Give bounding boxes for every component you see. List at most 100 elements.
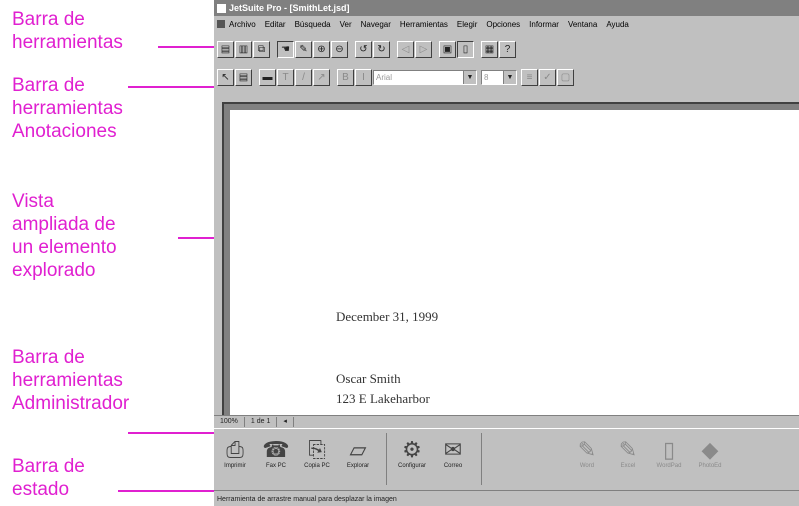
hand-icon[interactable]: ☚ [277, 40, 294, 58]
photoed-icon: ◆ [701, 437, 719, 462]
chevron-down-icon[interactable]: ▼ [503, 70, 516, 84]
menu-editar[interactable]: Editar [265, 20, 286, 29]
annotation-zoomed-view-label: Vista ampliada de un elemento explorado [12, 191, 117, 281]
scan-icon[interactable]: ▤ [217, 40, 234, 58]
scan-button[interactable]: ▱ Explorar [339, 429, 377, 469]
copy-icon[interactable]: ⧉ [253, 40, 270, 58]
photoed-button[interactable]: ◆ PhotoEd [691, 429, 729, 469]
print-icon[interactable]: ▥ [235, 40, 252, 58]
excel-button[interactable]: ✎ Excel [609, 429, 647, 469]
configure-button[interactable]: ⚙ Configurar [393, 429, 431, 469]
mail-button[interactable]: ✉ Correo [434, 429, 472, 469]
align-left-icon[interactable]: ≡ [521, 68, 538, 86]
color-icon[interactable]: ✓ [539, 68, 556, 86]
callout-line-manager-bar [128, 432, 226, 434]
document-system-icon[interactable] [217, 20, 225, 28]
arrow-icon[interactable]: ↗ [313, 68, 330, 86]
print-button[interactable]: ⎙ Imprimir [216, 429, 254, 469]
stamp-icon[interactable]: ▣ [439, 40, 456, 58]
wordpad-icon: ▯ [662, 437, 676, 462]
size-combo-value: 8 [484, 72, 489, 82]
menu-informar[interactable]: Informar [529, 20, 559, 29]
pointer-icon[interactable]: ↖ [217, 68, 234, 86]
mail-button-label: Correo [443, 463, 463, 469]
document-recipient-street: 123 E Lakeharbor [336, 391, 430, 406]
page-view-icon[interactable]: ▯ [457, 40, 474, 58]
zoom-bar: 100% 1 de 1 ◂ [214, 415, 799, 428]
text-icon[interactable]: T [277, 68, 294, 86]
note-icon[interactable]: ▤ [235, 68, 252, 86]
excel-button-label: Excel [620, 463, 636, 469]
bold-icon[interactable]: B [337, 68, 354, 86]
excel-icon: ✎ [618, 437, 638, 462]
document-page: December 31, 1999 Oscar Smith 123 E Lake… [230, 110, 799, 415]
pencil-icon[interactable]: ✎ [295, 40, 312, 58]
callout-line-status-bar [118, 490, 226, 492]
wordpad-button-label: WordPad [656, 463, 682, 469]
wordpad-button[interactable]: ▯ WordPad [650, 429, 688, 469]
title-bar[interactable]: JetSuite Pro - [SmithLet.jsd] [214, 0, 799, 16]
window-title: JetSuite Pro - [SmithLet.jsd] [229, 3, 350, 13]
menu-elegir[interactable]: Elegir [457, 20, 477, 29]
annotation-annotation-toolbar-label: Barra de herramientas Anotaciones [12, 75, 123, 142]
zoom-out-icon[interactable]: ⊖ [331, 40, 348, 58]
document-view[interactable]: December 31, 1999 Oscar Smith 123 E Lake… [222, 102, 799, 415]
menu-ventana[interactable]: Ventana [568, 20, 597, 29]
mail-icon: ✉ [443, 437, 463, 462]
menu-herramientas[interactable]: Herramientas [400, 20, 448, 29]
fax-pc-button-label: Fax PC [265, 463, 286, 469]
photoed-button-label: PhotoEd [698, 463, 722, 469]
fill-icon[interactable]: ▢ [557, 68, 574, 86]
callout-line-annotation-toolbar [128, 86, 226, 88]
page-nav-icon[interactable]: ◂ [277, 417, 294, 427]
fax-icon: ☎ [262, 437, 290, 462]
copy-pc-button-label: Copia PC [304, 463, 330, 469]
word-icon: ✎ [577, 437, 597, 462]
scan-button-label: Explorar [346, 463, 370, 469]
menu-bar: Archivo Editar Búsqueda Ver Navegar Herr… [214, 17, 799, 31]
menu-ver[interactable]: Ver [340, 20, 352, 29]
copy-pc-button[interactable]: ⎘ Copia PC [298, 429, 336, 469]
thumbnail-icon[interactable]: ▦ [481, 40, 498, 58]
font-combo[interactable]: Arial ▼ [373, 69, 477, 85]
copy-pc-icon: ⎘ [308, 437, 326, 462]
zoom-in-icon[interactable]: ⊕ [313, 40, 330, 58]
annotation-status-bar-label: Barra de estado [12, 456, 85, 500]
rotate-right-icon[interactable]: ↻ [373, 40, 390, 58]
configure-icon: ⚙ [402, 437, 422, 462]
previous-page-icon[interactable]: ◁ [397, 40, 414, 58]
fax-pc-button[interactable]: ☎ Fax PC [257, 429, 295, 469]
italic-icon[interactable]: I [355, 68, 372, 86]
document-date: December 31, 1999 [336, 309, 439, 324]
word-button-label: Word [579, 463, 595, 469]
print-button-label: Imprimir [224, 463, 246, 469]
size-combo[interactable]: 8 ▼ [481, 69, 517, 85]
manager-toolbar: ⎙ Imprimir ☎ Fax PC ⎘ Copia PC ▱ Explora… [214, 428, 799, 489]
page-indicator: 1 de 1 [245, 417, 278, 427]
next-page-icon[interactable]: ▷ [415, 40, 432, 58]
status-text: Herramienta de arrastre manual para desp… [217, 495, 397, 503]
annotation-manager-bar-label: Barra de herramientas Administrador [12, 347, 130, 414]
menu-busqueda[interactable]: Búsqueda [295, 20, 331, 29]
chevron-down-icon[interactable]: ▼ [463, 70, 476, 84]
main-toolbar: ▤ ▥ ⧉ ☚ ✎ ⊕ ⊖ ↺ ↻ ◁ ▷ ▣ ▯ ▦ ? [217, 38, 799, 60]
word-button[interactable]: ✎ Word [568, 429, 606, 469]
app-icon [217, 3, 226, 13]
rotate-left-icon[interactable]: ↺ [355, 40, 372, 58]
help-icon[interactable]: ? [499, 40, 516, 58]
printer-icon: ⎙ [226, 437, 244, 462]
zoom-level[interactable]: 100% [214, 417, 245, 427]
menu-archivo[interactable]: Archivo [229, 20, 256, 29]
menu-ayuda[interactable]: Ayuda [606, 20, 629, 29]
document-recipient-name: Oscar Smith [336, 371, 401, 386]
line-icon[interactable]: / [295, 68, 312, 86]
app-window: JetSuite Pro - [SmithLet.jsd] Archivo Ed… [214, 0, 799, 506]
annotation-toolbar-label: Barra de herramientas [12, 9, 123, 53]
menu-opciones[interactable]: Opciones [486, 20, 520, 29]
configure-button-label: Configurar [397, 463, 426, 469]
scanner-icon: ▱ [349, 437, 367, 462]
menu-navegar[interactable]: Navegar [361, 20, 391, 29]
status-bar: Herramienta de arrastre manual para desp… [214, 490, 799, 506]
highlight-icon[interactable]: ▬ [259, 68, 276, 86]
font-combo-value: Arial [376, 72, 393, 82]
